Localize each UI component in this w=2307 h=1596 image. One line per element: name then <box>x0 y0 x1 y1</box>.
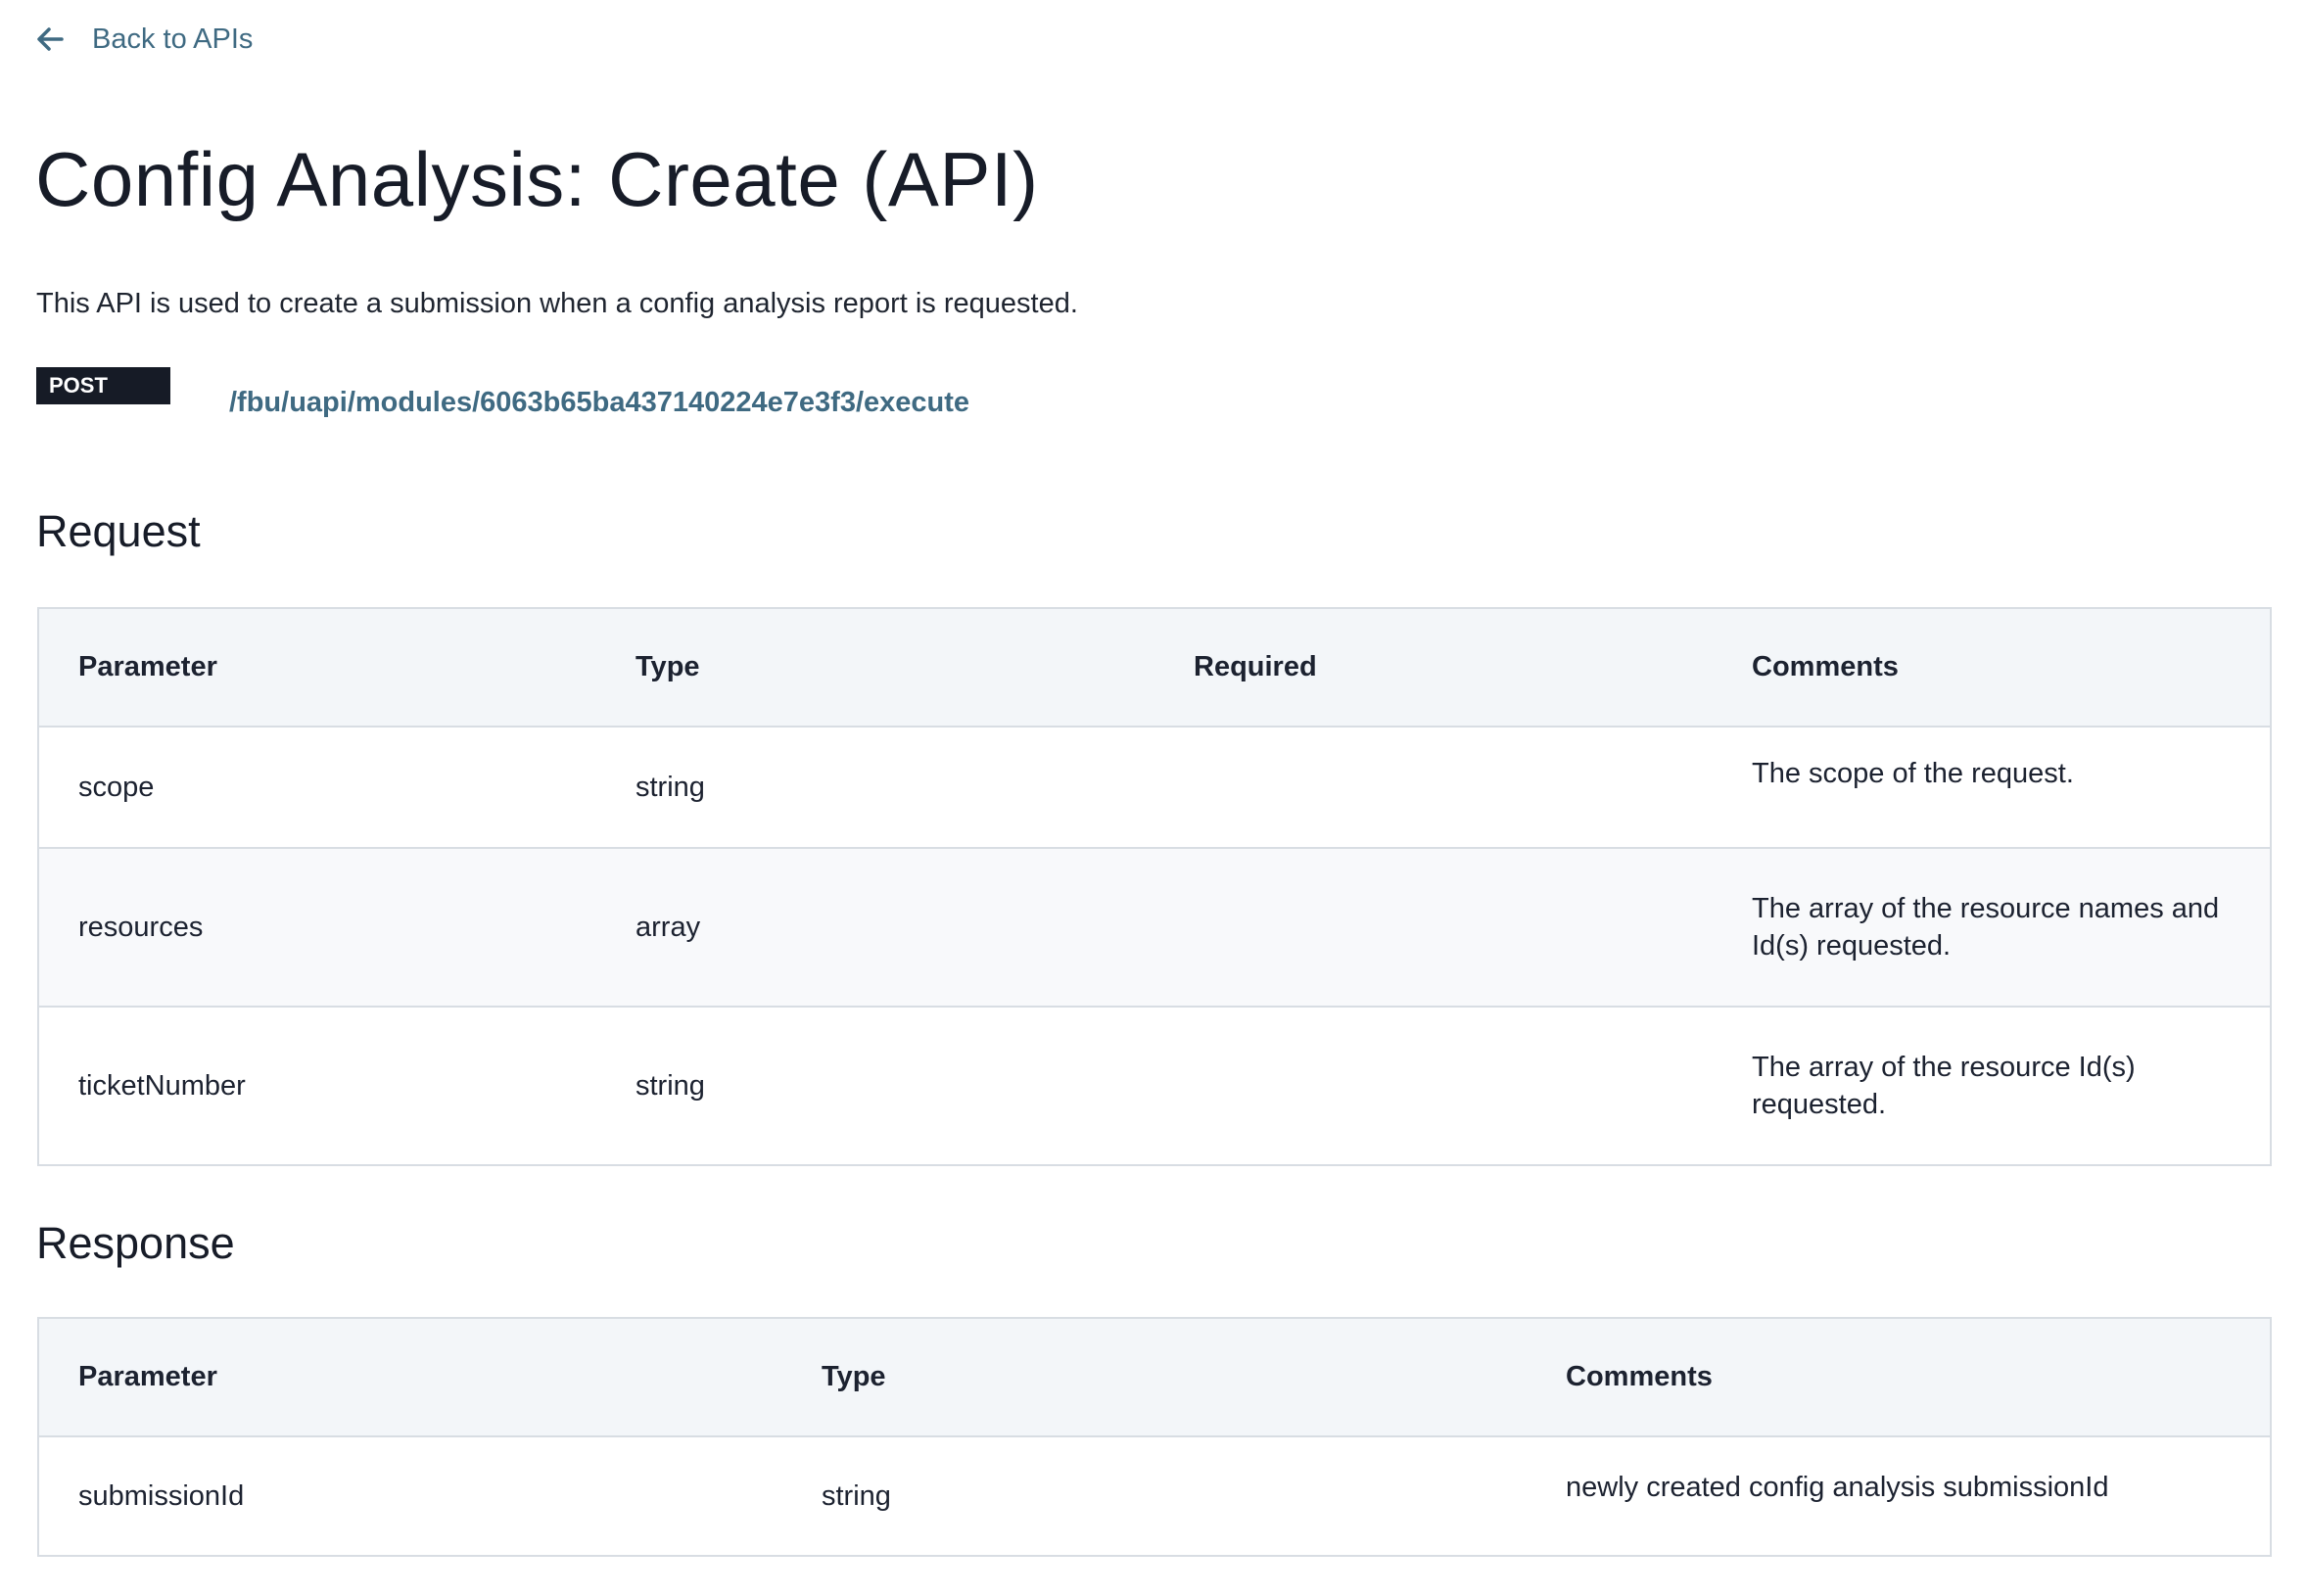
required-cell <box>1154 847 1713 1007</box>
column-header-parameter: Parameter <box>38 1318 782 1436</box>
arrow-left-icon <box>35 24 65 54</box>
required-cell <box>1154 726 1713 848</box>
api-description: This API is used to create a submission … <box>36 288 1078 319</box>
page-title: Config Analysis: Create (API) <box>35 136 1039 222</box>
comments-cell: The scope of the request. <box>1713 726 2271 848</box>
column-header-type: Type <box>782 1318 1527 1436</box>
type-cell: string <box>596 1006 1154 1165</box>
table-row: submissionId string newly created config… <box>38 1435 2271 1556</box>
table-row: scope string The scope of the request. <box>38 726 2271 848</box>
comments-cell: The array of the resource names and Id(s… <box>1713 847 2271 1007</box>
type-cell: array <box>596 847 1154 1007</box>
parameter-cell: ticketNumber <box>38 1006 596 1165</box>
column-header-required: Required <box>1154 608 1713 727</box>
table-row: ticketNumber string The array of the res… <box>38 1006 2271 1165</box>
required-cell <box>1154 1006 1713 1165</box>
column-header-comments: Comments <box>1527 1318 2271 1436</box>
back-to-apis-link[interactable]: Back to APIs <box>35 18 253 61</box>
parameter-cell: submissionId <box>38 1435 782 1556</box>
type-cell: string <box>596 726 1154 848</box>
back-link-label: Back to APIs <box>92 23 254 55</box>
request-table-header-row: Parameter Type Required Comments <box>38 608 2271 727</box>
comments-cell: newly created config analysis submission… <box>1527 1435 2271 1556</box>
comments-cell: The array of the resource Id(s) requeste… <box>1713 1006 2271 1165</box>
response-table-header-row: Parameter Type Comments <box>38 1318 2271 1436</box>
http-method-badge: POST <box>36 367 170 404</box>
column-header-type: Type <box>596 608 1154 727</box>
response-table: Parameter Type Comments submissionId str… <box>37 1317 2272 1557</box>
type-cell: string <box>782 1435 1527 1556</box>
column-header-parameter: Parameter <box>38 608 596 727</box>
table-row: resources array The array of the resourc… <box>38 847 2271 1007</box>
parameter-cell: scope <box>38 726 596 848</box>
column-header-comments: Comments <box>1713 608 2271 727</box>
response-section-title: Response <box>36 1218 235 1268</box>
request-section-title: Request <box>36 506 201 556</box>
endpoint-path[interactable]: /fbu/uapi/modules/6063b65ba437140224e7e3… <box>229 383 969 422</box>
request-table: Parameter Type Required Comments scope s… <box>37 607 2272 1166</box>
parameter-cell: resources <box>38 847 596 1007</box>
